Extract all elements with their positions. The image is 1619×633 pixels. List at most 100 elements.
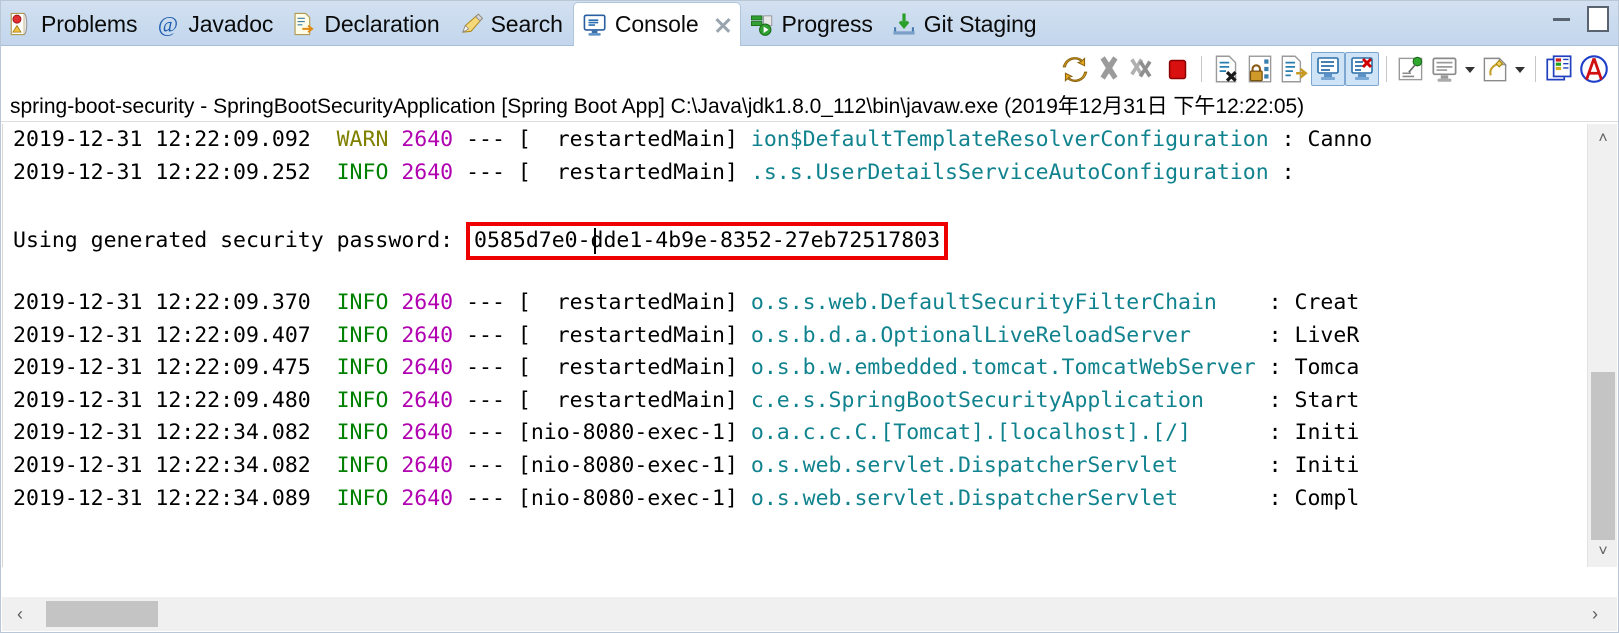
log-space [505, 290, 518, 315]
log-level: INFO [337, 388, 389, 413]
log-space [505, 420, 518, 445]
log-message: Canno [1308, 127, 1373, 152]
log-space [311, 453, 337, 478]
log-colon: : [1256, 290, 1295, 315]
log-timestamp: 2019-12-31 12:22:09.480 [13, 388, 311, 413]
log-pid: 2640 [401, 420, 453, 445]
relaunch-icon[interactable] [1058, 52, 1092, 86]
log-logger: .s.s.UserDetailsServiceAutoConfiguration [751, 157, 1269, 190]
scroll-right-icon[interactable]: › [1579, 597, 1611, 631]
scroll-down-icon[interactable]: ˅ [1588, 537, 1618, 567]
word-wrap-icon[interactable] [1311, 52, 1345, 86]
log-space [388, 388, 401, 413]
problems-icon [8, 11, 34, 37]
log-space [505, 388, 518, 413]
open-console-dropdown-icon[interactable] [1512, 52, 1528, 86]
view-tab-javadoc[interactable]: @Javadoc [147, 2, 283, 46]
log-separator: --- [466, 290, 505, 315]
console-output[interactable]: 2019-12-31 12:22:09.092 WARN 2640 --- [ … [2, 124, 1601, 567]
view-tab-git-staging[interactable]: Git Staging [883, 2, 1047, 46]
log-space [388, 420, 401, 445]
text-caret [594, 228, 596, 254]
scroll-lock-icon[interactable] [1243, 52, 1277, 86]
log-timestamp: 2019-12-31 12:22:09.407 [13, 323, 311, 348]
log-timestamp: 2019-12-31 12:22:09.475 [13, 355, 311, 380]
minimize-icon[interactable] [1551, 6, 1573, 24]
log-space [311, 127, 337, 152]
log-space [388, 453, 401, 478]
toolbar-separator [1535, 56, 1536, 82]
maximize-icon[interactable] [1587, 6, 1609, 32]
generated-password-value[interactable]: 0585d7e0-dde1-4b9e-8352-27eb72517803 [466, 222, 948, 260]
log-logger: ion$DefaultTemplateResolverConfiguration [751, 124, 1269, 157]
vertical-scroll-thumb[interactable] [1591, 372, 1615, 540]
pin-console-icon[interactable] [1394, 52, 1428, 86]
log-space [311, 355, 337, 380]
log-message: Compl [1295, 486, 1360, 511]
remove-all-launches-icon[interactable] [1277, 52, 1311, 86]
log-separator: --- [466, 486, 505, 511]
log-separator: --- [466, 160, 505, 185]
log-space [388, 486, 401, 511]
console-launch-header: spring-boot-security - SpringBootSecurit… [0, 92, 1619, 122]
log-level: INFO [337, 486, 389, 511]
horizontal-scrollbar[interactable]: ‹ › [2, 597, 1617, 631]
terminate-all-icon[interactable] [1126, 52, 1160, 86]
remove-launch-icon[interactable] [1209, 52, 1243, 86]
view-tab-declaration[interactable]: Declaration [283, 2, 449, 46]
log-space [388, 127, 401, 152]
log-colon: : [1256, 355, 1295, 380]
log-colon: : [1256, 323, 1295, 348]
vertical-scrollbar[interactable]: ˄ ˅ [1587, 124, 1617, 567]
scroll-left-icon[interactable]: ‹ [4, 597, 36, 631]
display-selected-console-dropdown-icon[interactable] [1462, 52, 1478, 86]
log-space [453, 127, 466, 152]
log-level: INFO [337, 290, 389, 315]
log-space [311, 486, 337, 511]
eclipse-console-view: Problems @JavadocDeclarationSearchConsole… [0, 0, 1619, 633]
log-colon: : [1256, 486, 1295, 511]
log-space [311, 160, 337, 185]
console-icon [582, 12, 608, 38]
log-pid: 2640 [401, 388, 453, 413]
password-label: Using generated security password: [13, 228, 466, 253]
log-space [505, 486, 518, 511]
log-separator: --- [466, 453, 505, 478]
view-tab-search[interactable]: Search [450, 2, 573, 46]
view-tab-console[interactable]: Console [573, 2, 741, 46]
log-space [738, 486, 751, 511]
log-space [505, 453, 518, 478]
toolbar-separator [1201, 56, 1202, 82]
view-tab-problems[interactable]: Problems [0, 2, 147, 46]
log-timestamp: 2019-12-31 12:22:09.370 [13, 290, 311, 315]
open-console-icon[interactable] [1478, 52, 1512, 86]
display-selected-console-icon[interactable] [1428, 52, 1462, 86]
close-icon[interactable] [712, 14, 734, 36]
stop-icon[interactable] [1160, 52, 1194, 86]
clear-console-icon[interactable] [1345, 52, 1379, 86]
git-staging-icon [891, 11, 917, 37]
terminate-icon[interactable] [1092, 52, 1126, 86]
log-space [453, 420, 466, 445]
log-space [388, 323, 401, 348]
log-space [505, 355, 518, 380]
scroll-up-icon[interactable]: ˄ [1588, 124, 1618, 154]
view-tab-label: Javadoc [188, 11, 273, 38]
log-thread: [nio-8080-exec-1] [518, 420, 738, 445]
log-logger: o.s.web.servlet.DispatcherServlet [751, 450, 1256, 483]
log-timestamp: 2019-12-31 12:22:34.082 [13, 453, 311, 478]
view-tab-label: Problems [41, 11, 137, 38]
log-separator: --- [466, 420, 505, 445]
log-colon: : [1256, 388, 1295, 413]
show-console-view-icon[interactable] [1543, 52, 1577, 86]
log-thread: [nio-8080-exec-1] [518, 486, 738, 511]
log-separator: --- [466, 127, 505, 152]
console-blank-line [3, 189, 1601, 222]
view-tab-progress[interactable]: Progress [741, 2, 883, 46]
log-timestamp: 2019-12-31 12:22:09.252 [13, 160, 311, 185]
horizontal-scroll-thumb[interactable] [46, 601, 158, 627]
generated-password-line[interactable]: Using generated security password: 0585d… [3, 222, 1601, 255]
ansi-console-icon[interactable] [1577, 52, 1611, 86]
log-pid: 2640 [401, 127, 453, 152]
log-thread: [ restartedMain] [518, 355, 738, 380]
